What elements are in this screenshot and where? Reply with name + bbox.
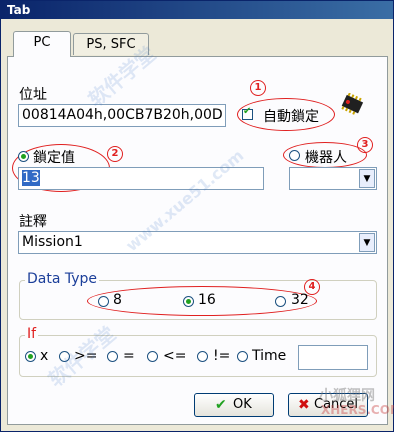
if-radio-x[interactable] [25, 351, 36, 362]
tab-ps-sfc-label: PS, SFC [86, 37, 136, 52]
tab-ps-sfc[interactable]: PS, SFC [73, 33, 149, 55]
data-type-title: Data Type [25, 271, 100, 287]
address-label: 位址 [19, 87, 47, 103]
comment-label: 註釋 [19, 214, 47, 230]
data-type-label-32: 32 [291, 292, 309, 308]
if-radio-neq[interactable] [197, 351, 208, 362]
annotation-number-2: 2 [107, 146, 123, 162]
check-mark-icon: ✔ [243, 106, 252, 117]
comment-select-value: Mission1 [22, 234, 83, 250]
chevron-down-icon: ▼ [363, 174, 371, 184]
if-title: If [25, 326, 39, 342]
chevron-down-icon: ▼ [363, 238, 371, 248]
if-radio-eq[interactable] [107, 351, 118, 362]
if-value-input[interactable] [298, 345, 368, 370]
if-radio-time[interactable] [237, 351, 248, 362]
watermark-site-url: XHERS.COM [321, 403, 394, 417]
dialog-window: Tab PC PS, SFC 位址 00814A04h,00CB7B20h,00… [0, 0, 394, 432]
chip-icon [337, 92, 367, 117]
comment-select[interactable]: Mission1 [18, 231, 377, 254]
data-type-label-16: 16 [198, 292, 216, 308]
if-label-neq: != [213, 348, 231, 364]
if-label-lte: <= [163, 348, 187, 364]
annotation-number-1: 1 [250, 80, 266, 96]
data-type-label-8: 8 [113, 292, 122, 308]
window-title: Tab [7, 3, 31, 17]
tab-pc[interactable]: PC [13, 31, 71, 57]
if-label-gte: >= [74, 348, 98, 364]
if-label-eq: = [123, 348, 135, 364]
ok-button[interactable]: ✔ OK [194, 393, 274, 417]
if-radio-lte[interactable] [147, 351, 158, 362]
lock-value-input[interactable]: 13 [18, 167, 264, 190]
robot-radio[interactable] [289, 150, 300, 161]
robot-label: 機器人 [305, 150, 347, 166]
tab-pc-label: PC [33, 35, 51, 50]
data-type-radio-32[interactable] [275, 296, 286, 307]
auto-lock-checkbox[interactable]: ✔ [242, 106, 253, 120]
title-bar[interactable]: Tab [1, 1, 393, 19]
robot-dropdown-button[interactable]: ▼ [359, 169, 375, 188]
annotation-number-3: 3 [357, 137, 373, 153]
comment-dropdown-button[interactable]: ▼ [359, 233, 375, 252]
check-icon: ✔ [215, 397, 227, 413]
close-icon: ✖ [298, 397, 310, 413]
lock-value-radio[interactable] [18, 151, 29, 162]
auto-lock-label: 自動鎖定 [263, 109, 319, 125]
watermark-site-name: 小狐狸网 [319, 388, 375, 404]
address-input[interactable]: 00814A04h,00CB7B20h,00D [18, 104, 226, 127]
data-type-radio-8[interactable] [98, 296, 109, 307]
lock-value-label: 鎖定值 [33, 150, 75, 166]
lock-value-text: 13 [22, 170, 40, 186]
if-label-x: x [40, 348, 49, 364]
data-type-radio-16[interactable] [183, 296, 194, 307]
ok-button-label: OK [233, 397, 252, 412]
if-radio-gte[interactable] [59, 351, 70, 362]
if-label-time: Time [252, 348, 287, 364]
